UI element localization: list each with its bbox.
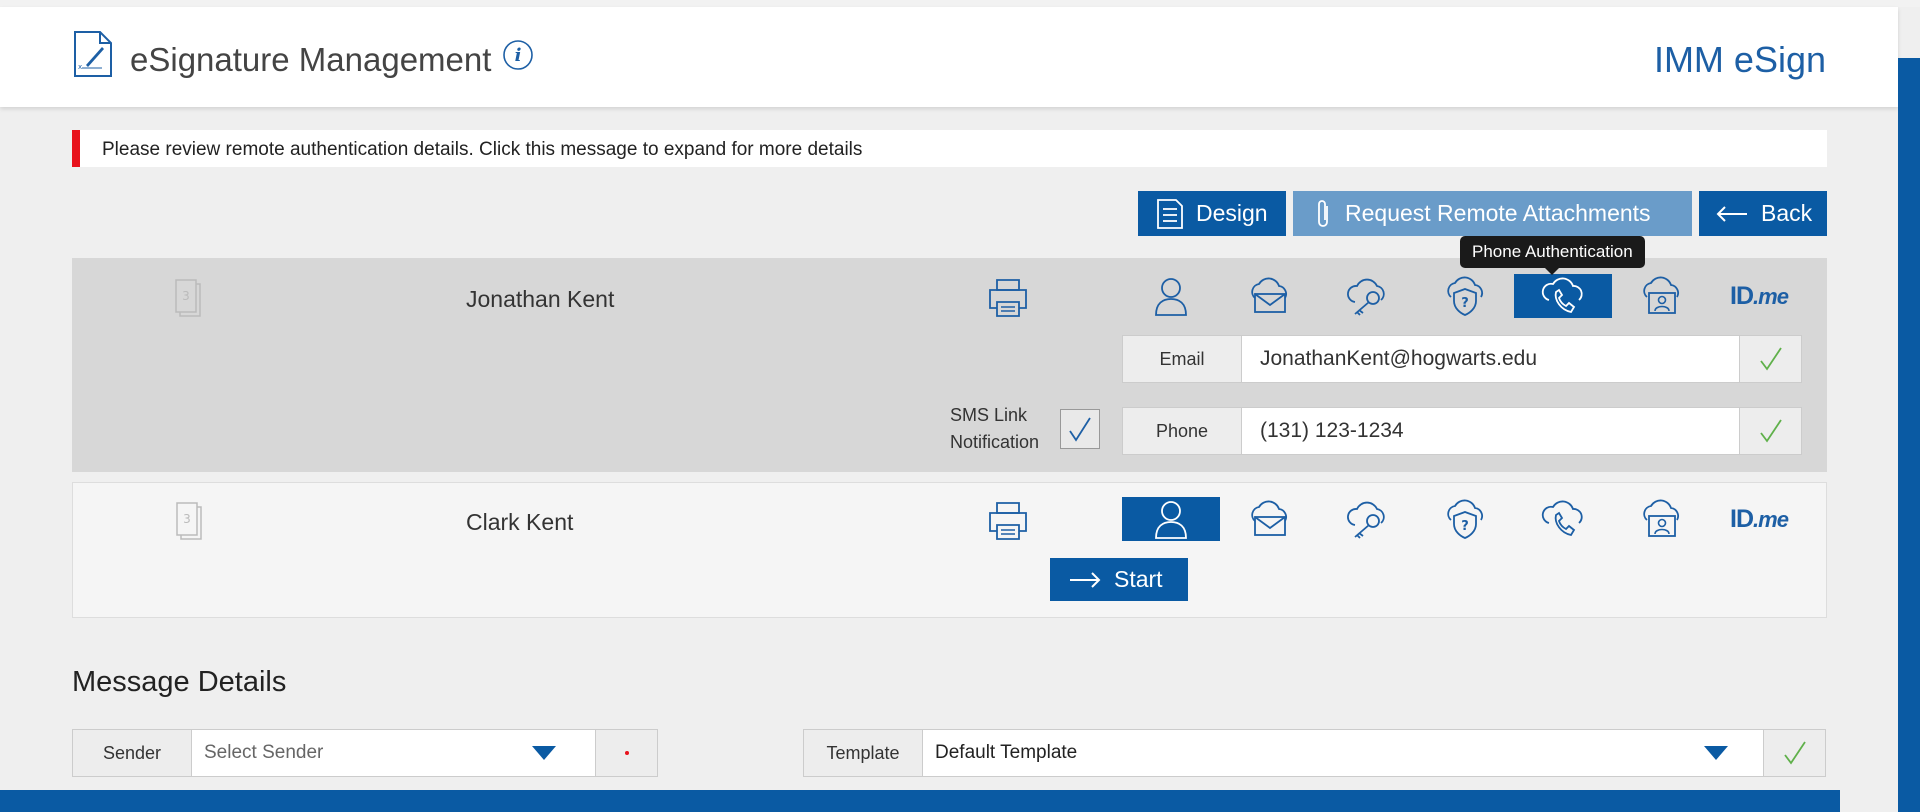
start-button[interactable]: Start: [1050, 558, 1188, 601]
page-title: eSignature Management: [130, 41, 492, 78]
printer-icon[interactable]: [986, 276, 1030, 320]
phone-field[interactable]: (131) 123-1234: [1242, 407, 1740, 455]
brand-name: IMM eSign: [1653, 39, 1826, 80]
signing-order-icon[interactable]: 3: [173, 499, 209, 543]
id-card-auth-option[interactable]: [1612, 274, 1710, 318]
request-remote-attachments-label: Request Remote Attachments: [1345, 200, 1651, 226]
email-label: Email: [1122, 335, 1242, 383]
chevron-down-icon: [532, 746, 556, 760]
svg-text:?: ?: [1461, 519, 1469, 534]
design-button-label: Design: [1196, 200, 1268, 226]
template-select-value: Default Template: [935, 742, 1078, 763]
user-auth-option[interactable]: [1122, 274, 1220, 318]
signing-order-icon[interactable]: 3: [172, 276, 208, 320]
back-button[interactable]: Back: [1699, 191, 1827, 236]
sms-link-notification-label: SMS Link Notification: [950, 405, 1040, 452]
email-cloud-icon: [1251, 277, 1287, 313]
sender-required-marker: [596, 729, 658, 777]
sms-link-notification-checkbox[interactable]: [1060, 409, 1100, 449]
document-sign-icon: x: [74, 31, 112, 77]
phone-cloud-icon: [1541, 500, 1583, 537]
back-button-label: Back: [1761, 200, 1813, 226]
id-card-auth-option[interactable]: [1612, 497, 1710, 541]
start-button-label: Start: [1114, 566, 1163, 592]
idme-logo: ID.me: [1730, 281, 1789, 310]
signer-name: Clark Kent: [466, 509, 574, 535]
sender-label: Sender: [72, 729, 192, 777]
auth-methods: ? ID.me: [1122, 497, 1808, 541]
sender-select[interactable]: Select Sender: [192, 729, 596, 777]
list-document-icon: [1157, 198, 1183, 229]
question-auth-option[interactable]: ?: [1416, 274, 1514, 318]
key-auth-option[interactable]: [1318, 274, 1416, 318]
key-auth-option[interactable]: [1318, 497, 1416, 541]
email-field[interactable]: JonathanKent@hogwarts.edu: [1242, 335, 1740, 383]
id-card-icon: [1643, 276, 1679, 314]
phone-auth-option[interactable]: [1514, 497, 1612, 541]
sender-row: Sender Select Sender: [72, 729, 658, 777]
key-cloud-icon: [1347, 501, 1385, 539]
arrow-right-icon: [1070, 571, 1101, 588]
signer-row-clark-kent: 3 Clark Kent ? ID.me: [72, 482, 1827, 618]
chevron-down-icon: [1704, 746, 1728, 760]
idme-auth-option[interactable]: ID.me: [1710, 497, 1808, 541]
phone-field-row: Phone (131) 123-1234: [1122, 407, 1802, 455]
alert-banner[interactable]: Please review remote authentication deta…: [72, 130, 1827, 167]
email-auth-option[interactable]: [1220, 274, 1318, 318]
top-strip: [0, 0, 1920, 7]
app-header: x eSignature Management i IMM eSign: [0, 7, 1898, 107]
arrow-left-icon: [1716, 205, 1747, 222]
check-icon: [1759, 419, 1782, 443]
key-cloud-icon: [1347, 278, 1385, 316]
user-icon: [1155, 278, 1187, 316]
signer-row-jonathan-kent: 3 Jonathan Kent ? ID.me Email JonathanKe…: [72, 258, 1827, 472]
id-card-icon: [1643, 499, 1679, 537]
signing-order-number: 3: [183, 512, 191, 526]
alert-message: Please review remote authentication deta…: [102, 139, 863, 160]
paperclip-icon: [1318, 199, 1328, 227]
info-icon[interactable]: i: [502, 39, 534, 71]
request-remote-attachments-button[interactable]: Request Remote Attachments: [1293, 191, 1692, 236]
right-scroll-bar[interactable]: [1898, 58, 1920, 812]
phone-cloud-icon: [1541, 277, 1583, 314]
check-icon: [1783, 741, 1806, 765]
email-auth-option[interactable]: [1220, 497, 1318, 541]
idme-logo: ID.me: [1730, 504, 1789, 533]
required-dot-icon: [624, 751, 629, 755]
idme-auth-option[interactable]: ID.me: [1710, 274, 1808, 318]
auth-methods: ? ID.me: [1122, 274, 1808, 318]
signing-order-number: 3: [182, 289, 190, 303]
svg-text:x: x: [78, 63, 82, 71]
phone-label: Phone: [1122, 407, 1242, 455]
check-icon: [1069, 417, 1091, 442]
svg-text:?: ?: [1461, 296, 1469, 311]
template-valid-check: [1764, 729, 1826, 777]
sender-select-value: Select Sender: [204, 742, 324, 763]
phone-valid-check: [1740, 407, 1802, 455]
phone-authentication-tooltip: Phone Authentication: [1460, 236, 1645, 275]
svg-text:i: i: [515, 45, 522, 66]
user-auth-option[interactable]: [1122, 497, 1220, 541]
template-label: Template: [803, 729, 923, 777]
template-row: Template Default Template: [803, 729, 1826, 777]
message-details-title: Message Details: [72, 666, 287, 698]
question-shield-icon: ?: [1447, 499, 1483, 539]
question-shield-icon: ?: [1447, 276, 1483, 316]
email-cloud-icon: [1251, 500, 1287, 536]
email-field-row: Email JonathanKent@hogwarts.edu: [1122, 335, 1802, 383]
phone-auth-option[interactable]: [1514, 274, 1612, 318]
user-icon: [1155, 501, 1187, 539]
design-button[interactable]: Design: [1138, 191, 1286, 236]
question-auth-option[interactable]: ?: [1416, 497, 1514, 541]
signer-name: Jonathan Kent: [466, 286, 615, 312]
check-icon: [1759, 347, 1782, 371]
template-select[interactable]: Default Template: [923, 729, 1764, 777]
printer-icon[interactable]: [986, 499, 1030, 543]
email-valid-check: [1740, 335, 1802, 383]
footer-bar: [0, 790, 1840, 812]
